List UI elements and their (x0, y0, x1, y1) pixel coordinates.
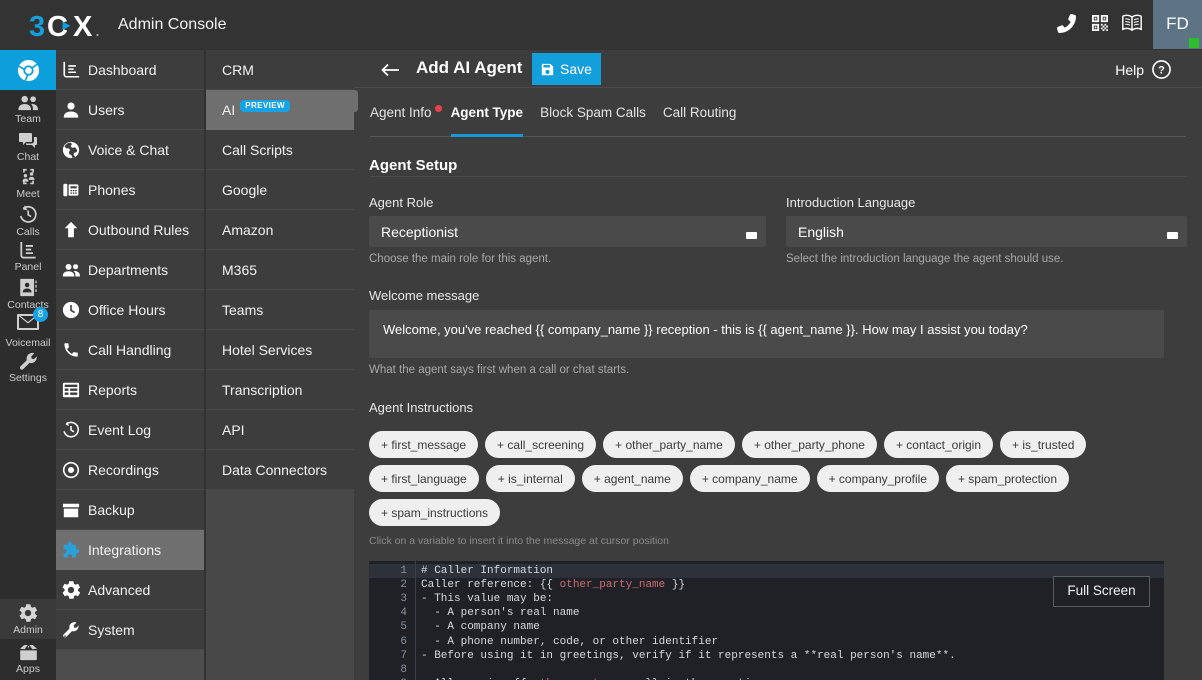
svg-text:X: X (73, 11, 93, 42)
svg-text:3: 3 (29, 11, 45, 42)
svg-text:?: ? (1158, 64, 1165, 76)
